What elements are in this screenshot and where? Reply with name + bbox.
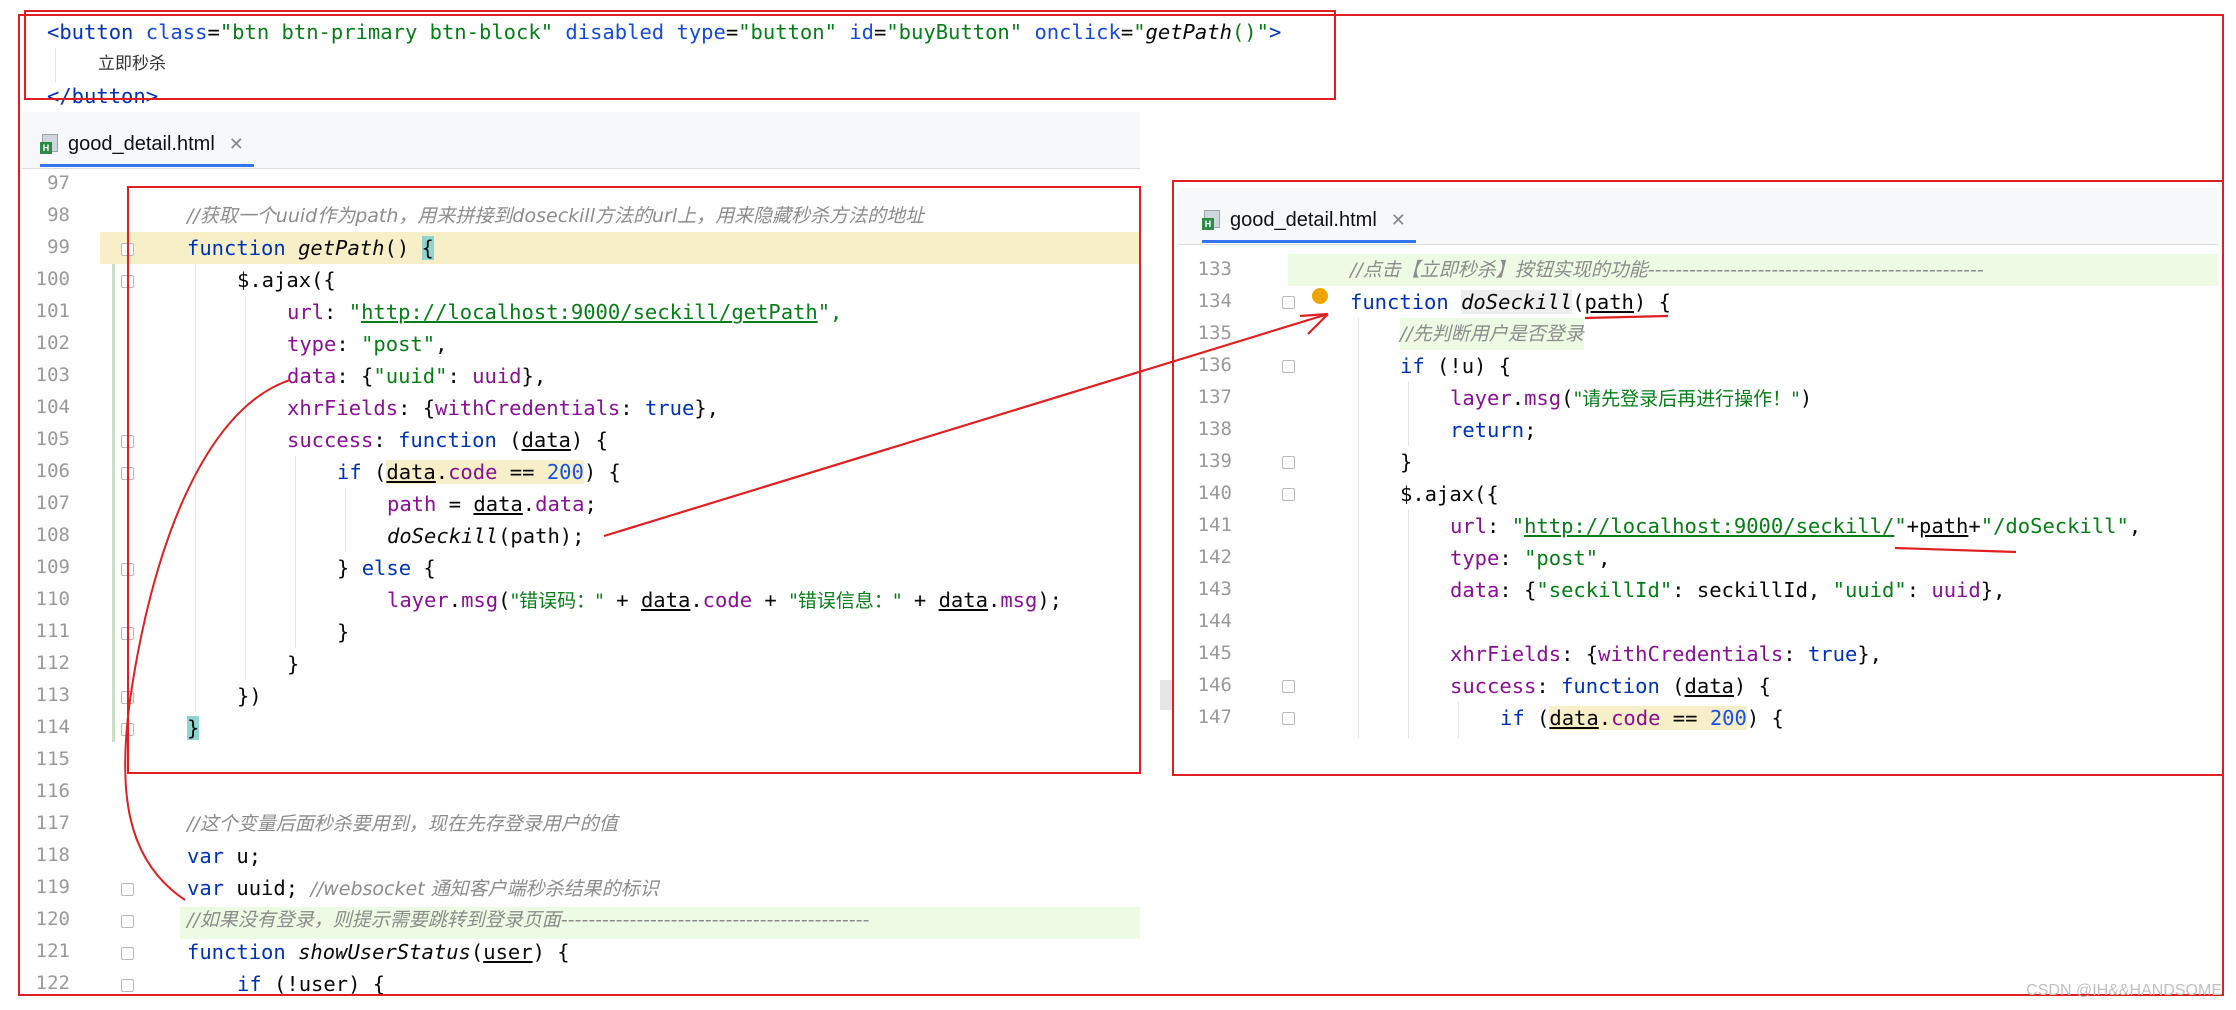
annotation-box-doseckill — [1172, 180, 2224, 776]
annotation-box-getpath — [127, 186, 1141, 774]
watermark: CSDN @IH&&HANDSOME — [2026, 982, 2222, 999]
